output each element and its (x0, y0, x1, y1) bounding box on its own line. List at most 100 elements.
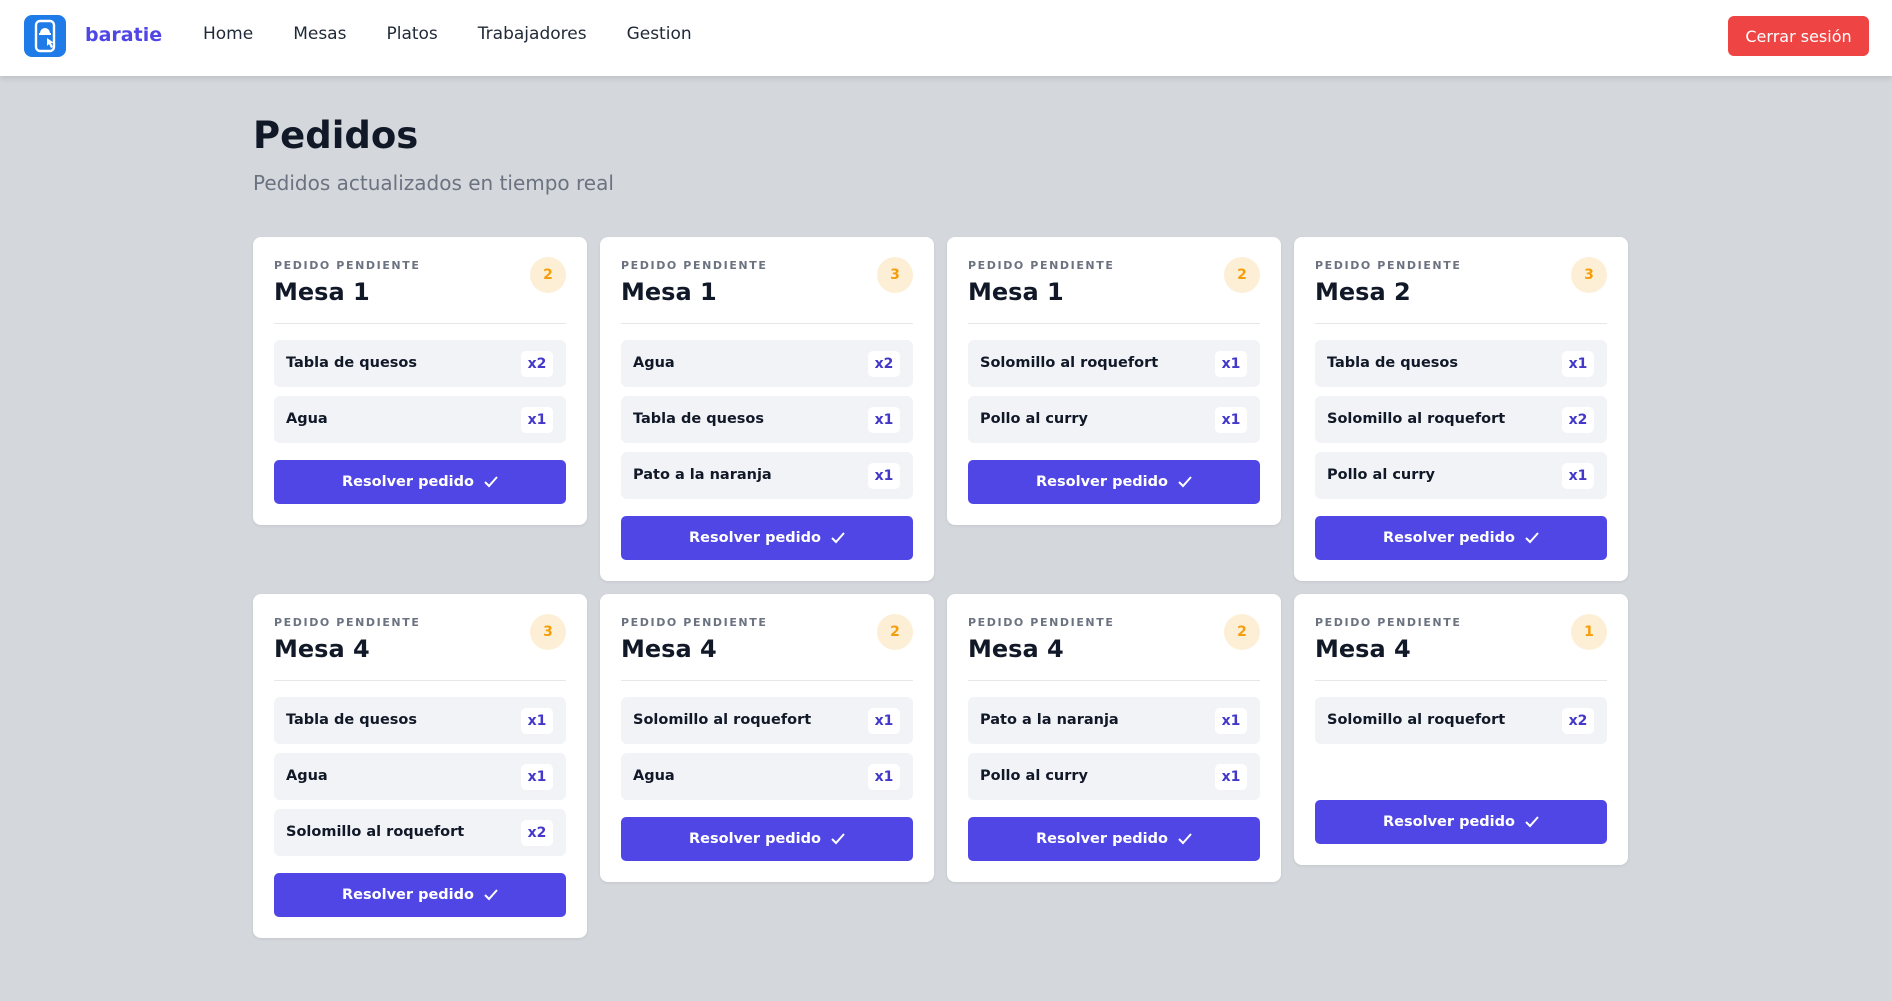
card-divider (621, 323, 913, 324)
order-item-name: Tabla de quesos (1327, 355, 1459, 371)
order-item-qty: x1 (868, 708, 900, 734)
order-item: Tabla de quesos x1 (621, 396, 913, 443)
resolve-order-label: Resolver pedido (1036, 831, 1168, 847)
order-table-name: Mesa 1 (621, 278, 717, 306)
nav-link-platos[interactable]: Platos (386, 24, 437, 44)
order-card: PEDIDO PENDIENTE Mesa 1 2 Solomillo al r… (947, 237, 1281, 525)
order-item-qty: x2 (521, 820, 553, 846)
order-table-name: Mesa 4 (621, 635, 717, 663)
card-divider (1315, 323, 1607, 324)
resolve-order-button[interactable]: Resolver pedido (968, 460, 1260, 504)
resolve-order-button[interactable]: Resolver pedido (1315, 800, 1607, 844)
order-item: Agua x2 (621, 340, 913, 387)
order-item: Tabla de quesos x2 (274, 340, 566, 387)
check-icon (1178, 476, 1192, 488)
item-count-badge: 3 (530, 614, 566, 650)
order-status: PEDIDO PENDIENTE (1315, 616, 1462, 629)
order-status: PEDIDO PENDIENTE (621, 259, 768, 272)
order-item-name: Pollo al curry (1327, 467, 1436, 483)
order-table-name: Mesa 1 (274, 278, 370, 306)
resolve-order-button[interactable]: Resolver pedido (968, 817, 1260, 861)
app-logo-icon[interactable] (24, 15, 66, 57)
order-item-qty: x1 (1562, 463, 1594, 489)
order-item-qty: x1 (1215, 764, 1247, 790)
order-item-qty: x2 (1562, 407, 1594, 433)
check-icon (1178, 833, 1192, 845)
item-count-badge: 2 (1224, 614, 1260, 650)
order-item-qty: x1 (521, 708, 553, 734)
resolve-order-button[interactable]: Resolver pedido (274, 460, 566, 504)
order-item-name: Pollo al curry (980, 768, 1089, 784)
order-item-name: Pollo al curry (980, 411, 1089, 427)
nav-link-trabajadores[interactable]: Trabajadores (478, 24, 587, 44)
resolve-order-label: Resolver pedido (342, 474, 474, 490)
order-item: Tabla de quesos x1 (274, 697, 566, 744)
order-table-name: Mesa 2 (1315, 278, 1411, 306)
order-item-qty: x1 (1215, 708, 1247, 734)
order-item-qty: x1 (868, 764, 900, 790)
main-nav: Home Mesas Platos Trabajadores Gestion (203, 24, 692, 44)
order-item-qty: x1 (1215, 351, 1247, 377)
order-item: Tabla de quesos x1 (1315, 340, 1607, 387)
card-divider (968, 323, 1260, 324)
order-status: PEDIDO PENDIENTE (1315, 259, 1462, 272)
order-item: Agua x1 (621, 753, 913, 800)
order-item-qty: x2 (868, 351, 900, 377)
order-status: PEDIDO PENDIENTE (621, 616, 768, 629)
order-card: PEDIDO PENDIENTE Mesa 4 1 Solomillo al r… (1294, 594, 1628, 865)
order-table-name: Mesa 1 (968, 278, 1064, 306)
page-subtitle: Pedidos actualizados en tiempo real (253, 171, 614, 195)
order-item: Agua x1 (274, 396, 566, 443)
order-item: Pollo al curry x1 (968, 396, 1260, 443)
card-divider (274, 323, 566, 324)
order-item-name: Tabla de quesos (633, 411, 765, 427)
item-count-badge: 2 (530, 257, 566, 293)
order-item-name: Pato a la naranja (633, 467, 772, 483)
order-item: Solomillo al roquefort x2 (1315, 697, 1607, 744)
nav-link-home[interactable]: Home (203, 24, 253, 44)
card-divider (621, 680, 913, 681)
card-divider (274, 680, 566, 681)
nav-link-gestion[interactable]: Gestion (627, 24, 692, 44)
order-item: Solomillo al roquefort x1 (968, 340, 1260, 387)
resolve-order-label: Resolver pedido (689, 831, 821, 847)
item-count-badge: 3 (877, 257, 913, 293)
top-navbar: baratie Home Mesas Platos Trabajadores G… (0, 0, 1892, 76)
order-table-name: Mesa 4 (968, 635, 1064, 663)
order-item: Pato a la naranja x1 (968, 697, 1260, 744)
order-status: PEDIDO PENDIENTE (274, 616, 421, 629)
resolve-order-button[interactable]: Resolver pedido (621, 817, 913, 861)
nav-link-mesas[interactable]: Mesas (293, 24, 346, 44)
order-item: Pollo al curry x1 (968, 753, 1260, 800)
order-item-name: Solomillo al roquefort (1327, 411, 1506, 427)
order-item: Solomillo al roquefort x2 (1315, 396, 1607, 443)
order-item-name: Solomillo al roquefort (980, 355, 1159, 371)
resolve-order-button[interactable]: Resolver pedido (1315, 516, 1607, 560)
resolve-order-label: Resolver pedido (342, 887, 474, 903)
order-item-qty: x2 (521, 351, 553, 377)
order-item-name: Tabla de quesos (286, 355, 418, 371)
order-item: Pato a la naranja x1 (621, 452, 913, 499)
order-item-name: Pato a la naranja (980, 712, 1119, 728)
order-table-name: Mesa 4 (1315, 635, 1411, 663)
check-icon (1525, 532, 1539, 544)
order-status: PEDIDO PENDIENTE (274, 259, 421, 272)
resolve-order-label: Resolver pedido (1383, 530, 1515, 546)
order-status: PEDIDO PENDIENTE (968, 259, 1115, 272)
resolve-order-button[interactable]: Resolver pedido (621, 516, 913, 560)
item-count-badge: 2 (1224, 257, 1260, 293)
resolve-order-label: Resolver pedido (689, 530, 821, 546)
order-item: Agua x1 (274, 753, 566, 800)
check-icon (1525, 816, 1539, 828)
order-table-name: Mesa 4 (274, 635, 370, 663)
page-title: Pedidos (253, 114, 419, 157)
brand-name[interactable]: baratie (85, 24, 162, 46)
resolve-order-label: Resolver pedido (1036, 474, 1168, 490)
logout-button[interactable]: Cerrar sesión (1728, 16, 1869, 56)
order-item: Pollo al curry x1 (1315, 452, 1607, 499)
order-card: PEDIDO PENDIENTE Mesa 1 3 Agua x2 Tabla … (600, 237, 934, 581)
resolve-order-button[interactable]: Resolver pedido (274, 873, 566, 917)
order-item: Solomillo al roquefort x2 (274, 809, 566, 856)
order-item-qty: x2 (1562, 708, 1594, 734)
order-card: PEDIDO PENDIENTE Mesa 4 2 Solomillo al r… (600, 594, 934, 882)
